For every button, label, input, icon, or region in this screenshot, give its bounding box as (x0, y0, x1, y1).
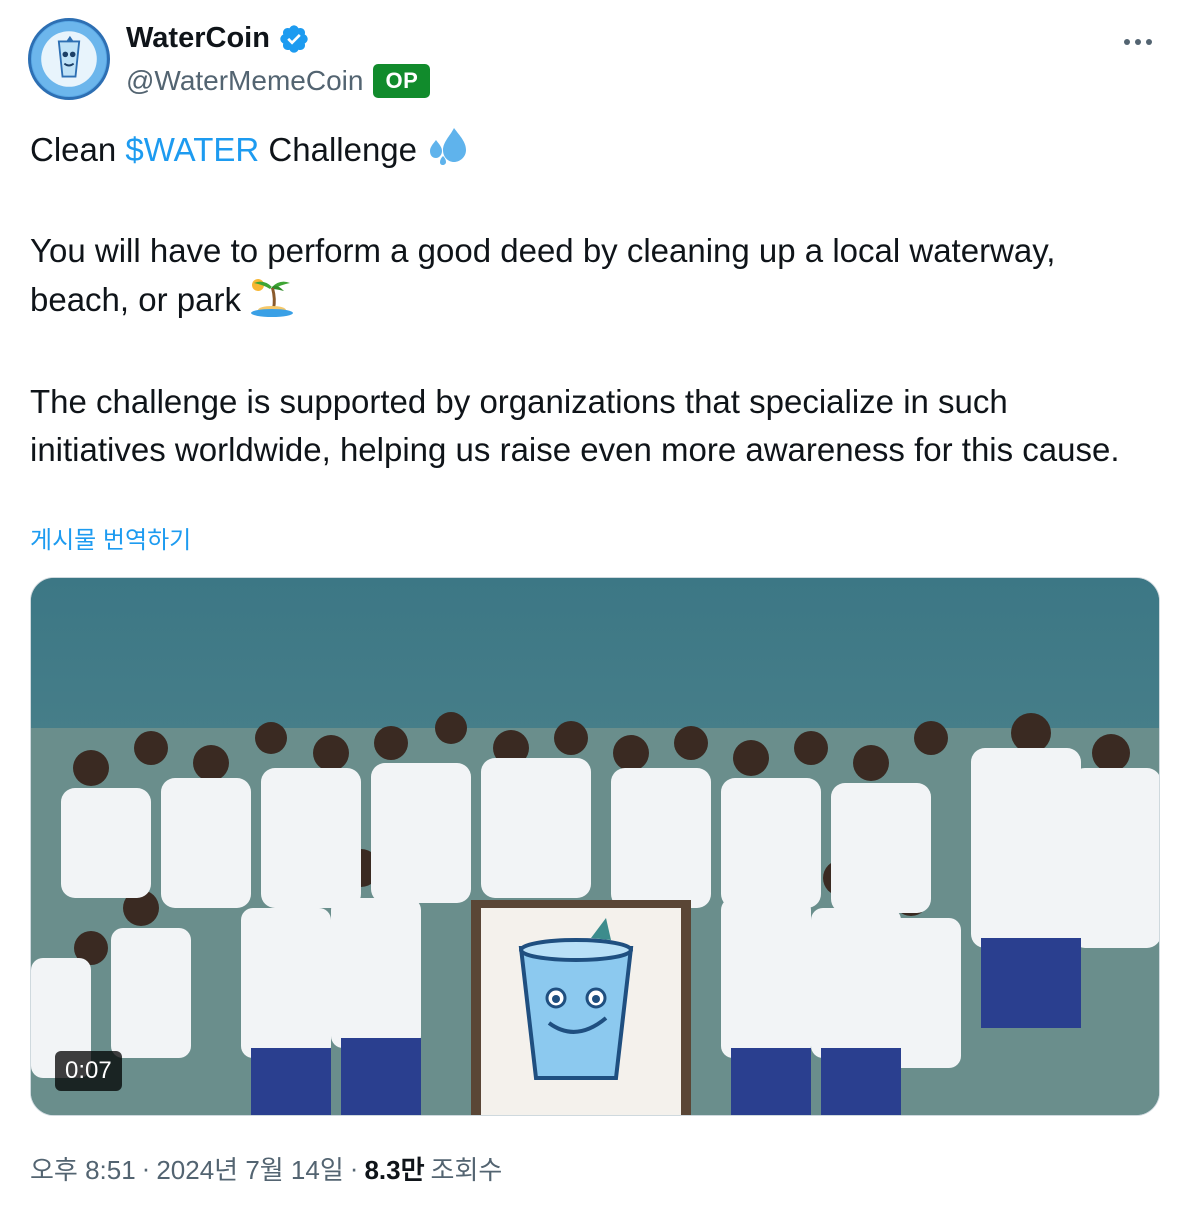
desert-island-icon (250, 275, 294, 330)
tweet-header: WaterCoin @WaterMemeCoin OP (28, 18, 1158, 108)
handle-row: @WaterMemeCoin OP (126, 64, 431, 98)
more-dots-icon (1124, 39, 1152, 45)
account-handle[interactable]: @WaterMemeCoin (126, 65, 363, 97)
more-options-button[interactable] (1118, 22, 1158, 62)
tweet-text-fragment: You will have to perform a good deed by … (30, 232, 1056, 319)
name-row: WaterCoin (126, 22, 310, 55)
views-label: 조회수 (430, 1155, 503, 1185)
avatar[interactable] (28, 18, 110, 100)
tweet-paragraph-2: You will have to perform a good deed by … (30, 227, 1150, 330)
video-duration: 0:07 (55, 1051, 122, 1091)
tweet-body: Clean $WATER Challenge You will have to … (30, 126, 1150, 474)
post-time[interactable]: 오후 8:51 (30, 1150, 136, 1187)
translate-post-link[interactable]: 게시물 번역하기 (30, 520, 191, 555)
verified-badge-icon (278, 23, 310, 55)
views-count[interactable]: 8.3만 (364, 1150, 424, 1187)
video-thumbnail (31, 578, 1159, 1115)
tweet-line-1: Clean $WATER Challenge (30, 126, 1150, 179)
tweet-paragraph-3: The challenge is supported by organizati… (30, 383, 1120, 468)
display-name[interactable]: WaterCoin (126, 22, 270, 55)
tweet-text-fragment: Clean (30, 131, 126, 169)
meta-separator: · (141, 1153, 151, 1183)
meta-separator: · (349, 1153, 359, 1183)
sweat-droplets-icon (426, 126, 468, 179)
tweet-meta: 오후 8:51 · 2024년 7월 14일 · 8.3만 조회수 (30, 1150, 502, 1187)
post-date[interactable]: 2024년 7월 14일 (156, 1150, 343, 1187)
tweet-text-fragment: Challenge (259, 131, 418, 169)
op-badge: OP (373, 64, 431, 98)
video-player[interactable]: 0:07 (30, 577, 1160, 1116)
watercoin-logo-icon (31, 21, 107, 97)
cashtag-link[interactable]: $WATER (125, 131, 259, 168)
